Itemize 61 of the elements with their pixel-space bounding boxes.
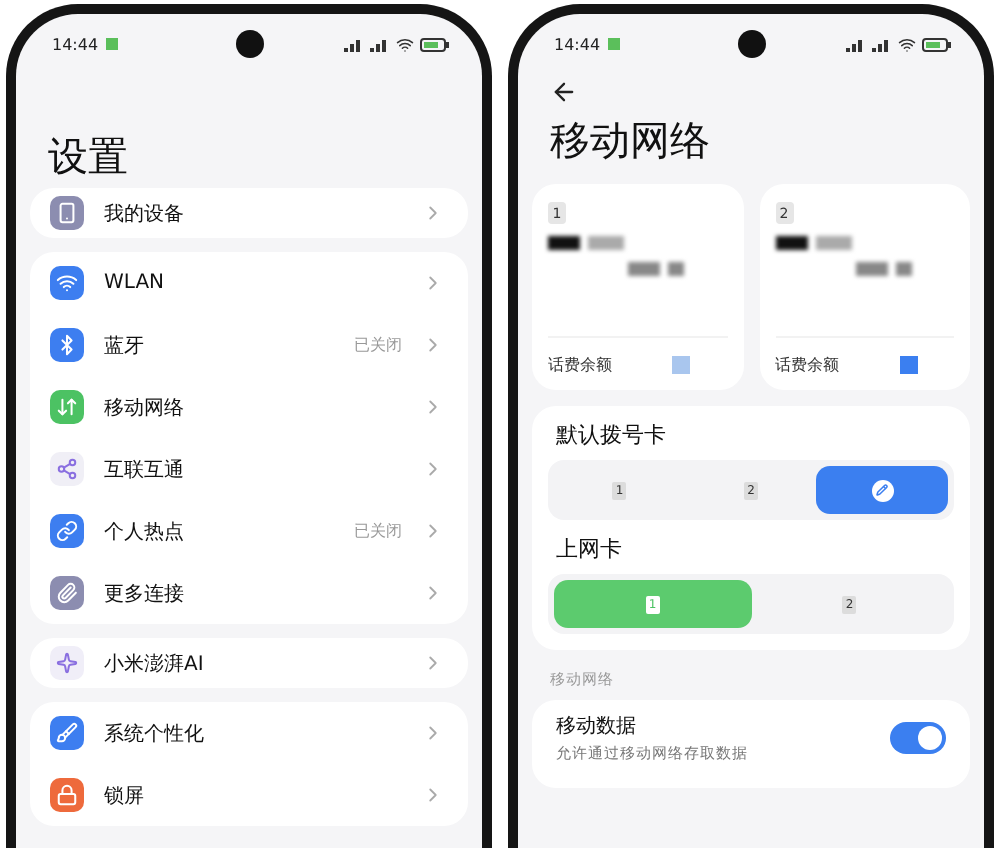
toggle-title: 移动数据 bbox=[556, 714, 638, 740]
settings-row[interactable]: 小米澎湃AI bbox=[30, 638, 468, 688]
setting-label: 移动网络 bbox=[104, 395, 184, 421]
notification-icon bbox=[608, 38, 621, 50]
setting-label: 个人热点 bbox=[104, 519, 184, 545]
settings-row[interactable]: WLAN bbox=[30, 252, 468, 314]
toggle-switch[interactable] bbox=[890, 722, 946, 754]
page-title: 移动网络 bbox=[548, 114, 712, 168]
settings-row[interactable]: 更多连接 bbox=[30, 562, 468, 624]
setting-value: 已关闭 bbox=[354, 334, 402, 356]
camera-hole bbox=[737, 30, 765, 58]
back-icon[interactable] bbox=[550, 78, 578, 106]
wifi-icon bbox=[396, 35, 414, 53]
setting-label: 小米澎湃AI bbox=[104, 651, 204, 677]
signal-icon bbox=[370, 37, 390, 51]
redacted-number bbox=[628, 262, 684, 276]
settings-row[interactable]: 个人热点 已关闭 bbox=[30, 500, 468, 562]
notification-icon bbox=[106, 38, 119, 50]
section-title: 默认拨号卡 bbox=[554, 420, 668, 452]
lock-icon bbox=[56, 784, 78, 806]
settings-row[interactable]: 互联互通 bbox=[30, 438, 468, 500]
redacted-number bbox=[855, 262, 911, 276]
signal-icon bbox=[344, 37, 364, 51]
sim-option[interactable] bbox=[816, 466, 949, 514]
setting-label: 我的设备 bbox=[104, 201, 184, 227]
paperclip-icon bbox=[56, 582, 78, 604]
brush-icon bbox=[56, 722, 78, 744]
phone-icon bbox=[56, 202, 78, 224]
pencil-icon bbox=[871, 479, 894, 501]
signal-icon bbox=[846, 37, 866, 51]
setting-label: 系统个性化 bbox=[104, 721, 204, 747]
arrows-icon bbox=[56, 396, 78, 418]
camera-hole bbox=[235, 30, 263, 58]
settings-row[interactable]: 移动网络 bbox=[30, 376, 468, 438]
setting-label: 锁屏 bbox=[104, 783, 144, 809]
setting-value: 已关闭 bbox=[354, 520, 402, 542]
balance-label: 话费余额 bbox=[548, 353, 612, 375]
status-time: 14:44 bbox=[554, 35, 601, 53]
bluetooth-icon bbox=[56, 334, 78, 356]
signal-icon bbox=[872, 37, 892, 51]
settings-row[interactable]: 锁屏 bbox=[30, 764, 468, 826]
settings-row[interactable]: 我的设备 bbox=[30, 188, 468, 238]
section-title: 上网卡 bbox=[554, 534, 624, 566]
setting-label: 互联互通 bbox=[104, 457, 184, 483]
redacted-number bbox=[548, 236, 624, 250]
settings-row[interactable]: 蓝牙 已关闭 bbox=[30, 314, 468, 376]
redacted-number bbox=[775, 236, 851, 250]
dots-icon bbox=[56, 458, 78, 480]
wifi-icon bbox=[898, 35, 916, 53]
status-time: 14:44 bbox=[52, 35, 99, 53]
balance-label: 话费余额 bbox=[775, 353, 839, 375]
page-title: 设置 bbox=[46, 130, 130, 184]
setting-label: 更多连接 bbox=[104, 581, 184, 607]
link-icon bbox=[56, 520, 78, 542]
battery-icon bbox=[922, 37, 952, 51]
wifi-icon bbox=[56, 272, 78, 294]
sparkle-icon bbox=[56, 652, 78, 674]
battery-icon bbox=[420, 37, 450, 51]
setting-label: 蓝牙 bbox=[104, 333, 144, 359]
setting-label: WLAN bbox=[104, 272, 165, 294]
settings-row[interactable]: 系统个性化 bbox=[30, 702, 468, 764]
